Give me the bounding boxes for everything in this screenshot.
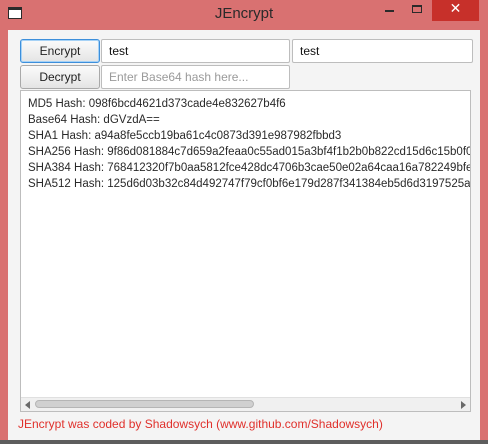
hash-output-lines: MD5 Hash: 098f6bcd4621d373cade4e832627b4… bbox=[28, 96, 471, 192]
close-button[interactable]: ✕ bbox=[432, 0, 479, 21]
scroll-right-icon[interactable] bbox=[461, 401, 466, 409]
base64-hash-line: Base64 Hash: dGVzdA== bbox=[28, 114, 160, 126]
encrypt-button[interactable]: Encrypt bbox=[20, 39, 100, 63]
sha384-hash-line: SHA384 Hash: 768412320f7b0aa5812fce428dc… bbox=[28, 162, 470, 174]
minimize-icon bbox=[385, 10, 394, 12]
title-bar[interactable]: JEncrypt ✕ bbox=[0, 0, 488, 28]
sha1-hash-line: SHA1 Hash: a94a8fe5ccb19ba61c4c0873d391e… bbox=[28, 130, 342, 142]
encrypt-result-field[interactable]: test bbox=[292, 39, 473, 63]
window-bottom-edge bbox=[0, 440, 488, 444]
maximize-icon bbox=[412, 5, 422, 13]
scroll-left-icon[interactable] bbox=[25, 401, 30, 409]
app-window: JEncrypt ✕ Encrypt test test Decrypt Ent… bbox=[0, 0, 488, 440]
main-panel: Encrypt test test Decrypt Enter Base64 h… bbox=[8, 30, 480, 440]
sha512-hash-line: SHA512 Hash: 125d6d03b32c84d492747f79cf0… bbox=[28, 178, 471, 190]
decrypt-input[interactable]: Enter Base64 hash here... bbox=[101, 65, 290, 89]
maximize-button[interactable] bbox=[404, 0, 430, 21]
close-icon: ✕ bbox=[449, 1, 462, 17]
sha256-hash-line: SHA256 Hash: 9f86d081884c7d659a2feaa0c55… bbox=[28, 146, 471, 158]
credit-text: JEncrypt was coded by Shadowsych (www.gi… bbox=[18, 417, 383, 431]
scrollbar-thumb[interactable] bbox=[35, 400, 254, 408]
hash-output-area[interactable]: MD5 Hash: 098f6bcd4621d373cade4e832627b4… bbox=[20, 90, 471, 412]
encrypt-input[interactable]: test bbox=[101, 39, 290, 63]
horizontal-scrollbar[interactable] bbox=[21, 397, 470, 411]
decrypt-button[interactable]: Decrypt bbox=[20, 65, 100, 89]
md5-hash-line: MD5 Hash: 098f6bcd4621d373cade4e832627b4… bbox=[28, 98, 286, 110]
minimize-button[interactable] bbox=[376, 0, 402, 21]
